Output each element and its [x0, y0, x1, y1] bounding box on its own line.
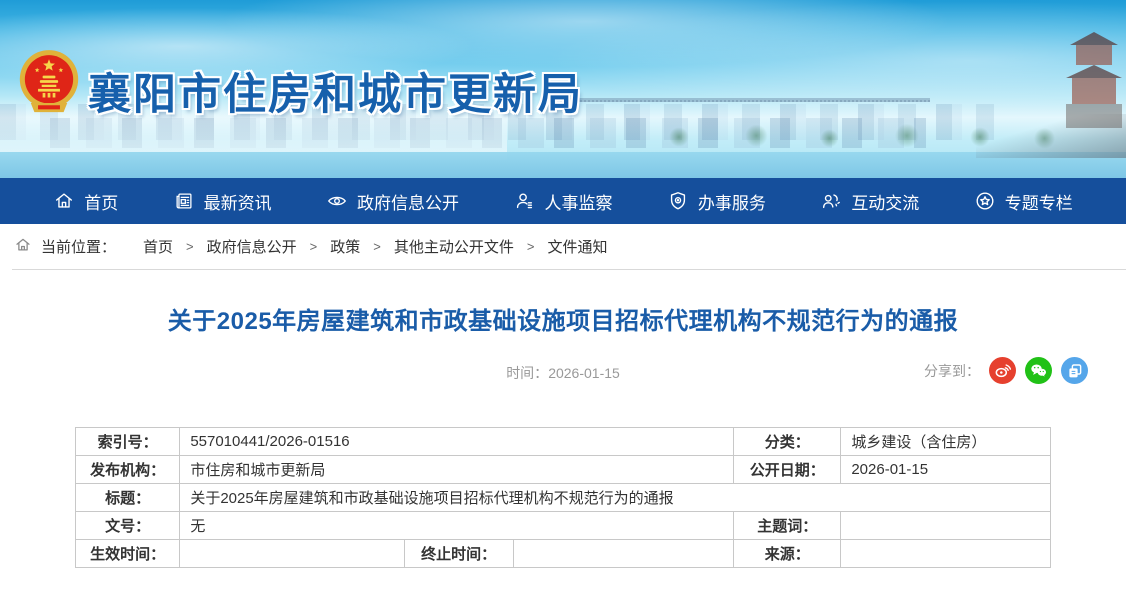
doc-number-value: 无 — [180, 512, 734, 540]
category-label: 分类： — [734, 428, 841, 456]
nav-item-label: 专题专栏 — [1005, 189, 1073, 214]
nav-item-news[interactable]: 最新资讯 — [173, 189, 272, 214]
table-row: 标题： 关于2025年房屋建筑和市政基础设施项目招标代理机构不规范行为的通报 — [76, 484, 1051, 512]
time-value: 2026-01-15 — [548, 365, 620, 381]
eye-icon — [326, 190, 348, 212]
breadcrumb-separator: > — [310, 239, 318, 254]
publish-date-value: 2026-01-15 — [841, 456, 1051, 484]
effective-date-label: 生效时间： — [76, 540, 180, 568]
copy-link-share-button[interactable] — [1061, 357, 1088, 384]
people-chat-icon — [820, 190, 842, 212]
share-label: 分享到： — [924, 361, 980, 381]
source-value — [841, 540, 1051, 568]
copy-icon — [1066, 362, 1084, 380]
breadcrumb-separator: > — [527, 239, 535, 254]
expiry-date-value — [513, 540, 733, 568]
nav-item-label: 首页 — [84, 189, 118, 214]
breadcrumb-separator: > — [186, 239, 194, 254]
title-value: 关于2025年房屋建筑和市政基础设施项目招标代理机构不规范行为的通报 — [180, 484, 1051, 512]
table-row: 发布机构： 市住房和城市更新局 公开日期： 2026-01-15 — [76, 456, 1051, 484]
home-icon — [53, 190, 75, 212]
banner-river-decoration — [0, 152, 1126, 178]
table-row: 索引号： 557010441/2026-01516 分类： 城乡建设（含住房） — [76, 428, 1051, 456]
header-banner: 襄阳市住房和城市更新局 — [0, 0, 1126, 178]
expiry-date-label: 终止时间： — [404, 540, 513, 568]
nav-item-special-columns[interactable]: 专题专栏 — [974, 189, 1073, 214]
wechat-icon — [1029, 361, 1048, 380]
title-label: 标题： — [76, 484, 180, 512]
person-icon — [513, 190, 535, 212]
site-title: 襄阳市住房和城市更新局 — [88, 60, 583, 122]
nav-item-services[interactable]: 办事服务 — [667, 189, 766, 214]
nav-item-info-disclosure[interactable]: 政府信息公开 — [326, 189, 459, 214]
nav-item-home[interactable]: 首页 — [53, 189, 118, 214]
nav-item-label: 人事监察 — [544, 189, 612, 214]
breadcrumb-item-policy[interactable]: 政策 — [330, 236, 360, 257]
effective-date-value — [180, 540, 404, 568]
breadcrumb-item-notices[interactable]: 文件通知 — [547, 236, 607, 257]
weibo-icon — [993, 361, 1012, 380]
nav-item-interaction[interactable]: 互动交流 — [820, 189, 919, 214]
breadcrumb-prefix: 当前位置： — [41, 236, 116, 257]
source-label: 来源： — [734, 540, 841, 568]
national-emblem-icon — [18, 46, 80, 123]
publish-date-label: 公开日期： — [734, 456, 841, 484]
breadcrumb-item-home[interactable]: 首页 — [143, 236, 173, 257]
breadcrumb-divider — [12, 269, 1126, 270]
share-bar: 分享到： — [924, 357, 1088, 384]
agency-label: 发布机构： — [76, 456, 180, 484]
doc-number-label: 文号： — [76, 512, 180, 540]
keywords-value — [841, 512, 1051, 540]
breadcrumb: 当前位置： 首页 > 政府信息公开 > 政策 > 其他主动公开文件 > 文件通知 — [0, 224, 1126, 269]
keywords-label: 主题词： — [734, 512, 841, 540]
nav-item-label: 互动交流 — [851, 189, 919, 214]
star-circle-icon — [974, 190, 996, 212]
nav-item-label: 政府信息公开 — [357, 189, 459, 214]
document-meta-table: 索引号： 557010441/2026-01516 分类： 城乡建设（含住房） … — [75, 427, 1051, 568]
banner-pagoda-decoration — [1066, 32, 1122, 128]
index-number-label: 索引号： — [76, 428, 180, 456]
nav-item-personnel[interactable]: 人事监察 — [513, 189, 612, 214]
news-icon — [173, 190, 195, 212]
shield-icon — [667, 190, 689, 212]
breadcrumb-item-other-public-docs[interactable]: 其他主动公开文件 — [394, 236, 514, 257]
category-value: 城乡建设（含住房） — [841, 428, 1051, 456]
index-number-value: 557010441/2026-01516 — [180, 428, 734, 456]
main-nav: 首页 最新资讯 政府信息公开 人事监察 — [0, 178, 1126, 224]
home-outline-icon — [14, 236, 32, 258]
weibo-share-button[interactable] — [989, 357, 1016, 384]
article-title: 关于2025年房屋建筑和市政基础设施项目招标代理机构不规范行为的通报 — [70, 306, 1056, 337]
table-row: 生效时间： 终止时间： 来源： — [76, 540, 1051, 568]
agency-value: 市住房和城市更新局 — [180, 456, 734, 484]
breadcrumb-separator: > — [373, 239, 381, 254]
article-meta-row: 时间：2026-01-15 分享到： — [0, 357, 1126, 387]
nav-item-label: 最新资讯 — [204, 189, 272, 214]
table-row: 文号： 无 主题词： — [76, 512, 1051, 540]
wechat-share-button[interactable] — [1025, 357, 1052, 384]
nav-item-label: 办事服务 — [698, 189, 766, 214]
time-label: 时间： — [506, 365, 548, 381]
banner-bridge-decoration — [560, 98, 930, 102]
breadcrumb-item-info-disclosure[interactable]: 政府信息公开 — [207, 236, 297, 257]
